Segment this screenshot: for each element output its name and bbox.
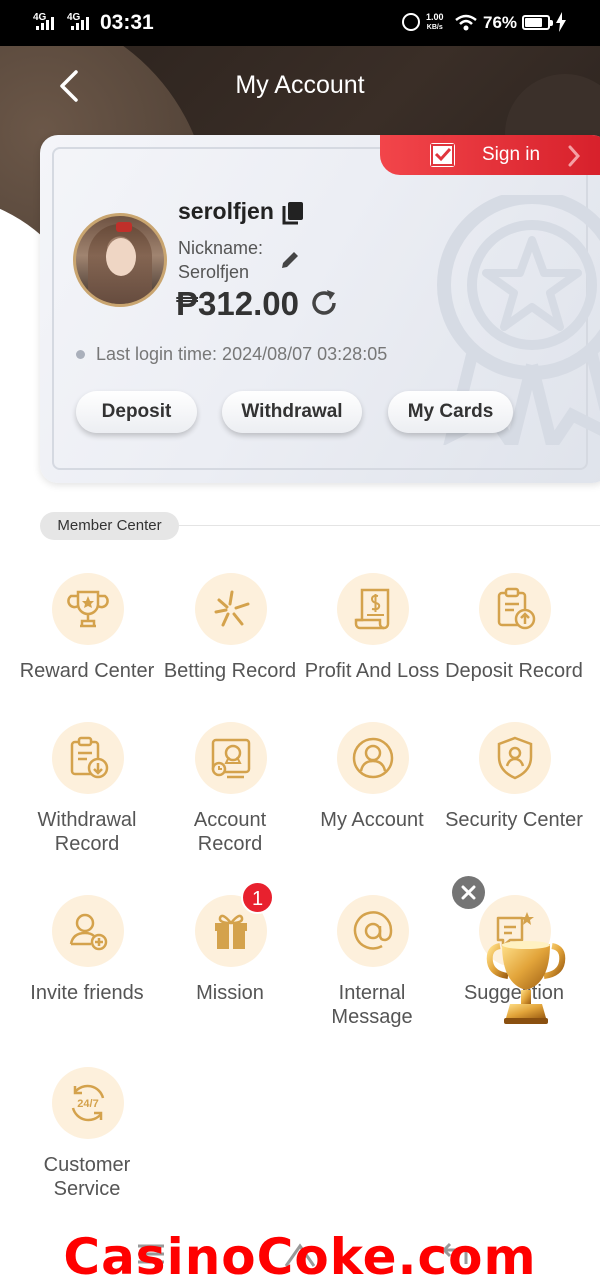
divider	[170, 525, 600, 526]
pencil-icon[interactable]	[280, 250, 300, 270]
battery-percent: 76%	[483, 13, 518, 32]
copy-icon[interactable]	[282, 201, 304, 225]
close-floating-button[interactable]	[452, 876, 485, 909]
nickname-value: Serolfjen	[178, 262, 250, 282]
receipt-icon	[354, 588, 390, 630]
avatar[interactable]	[73, 213, 167, 307]
alarm-icon	[402, 13, 420, 31]
gift-icon	[215, 914, 247, 949]
my-cards-button[interactable]: My Cards	[388, 391, 513, 433]
status-dot	[76, 350, 85, 359]
mission-notification-badge: 1	[241, 881, 274, 914]
user-plus-icon	[69, 913, 108, 951]
trophy-floating-icon[interactable]	[484, 940, 568, 1026]
signal-icon	[36, 16, 54, 30]
user-icon	[352, 737, 394, 779]
last-login-time: Last login time: 2024/08/07 03:28:05	[96, 344, 388, 364]
watermark-text: CasinoCoke.com	[63, 1228, 537, 1286]
svg-text:24/7: 24/7	[77, 1098, 98, 1110]
sign-in-button[interactable]: Sign in	[380, 135, 600, 175]
menu-label: Deposit Record	[445, 660, 583, 682]
support-24-7-icon: 24/7	[71, 1084, 105, 1122]
balance-amount: ₱312.00	[176, 285, 299, 322]
clock: 03:31	[100, 11, 154, 34]
menu-label: Security Center	[445, 809, 583, 831]
account-record-icon	[211, 738, 251, 779]
charging-icon	[556, 12, 566, 32]
wifi-icon	[455, 14, 477, 31]
checkbox-icon	[430, 143, 455, 167]
clipboard-download-icon	[70, 736, 109, 779]
nickname-label: Nickname:	[178, 238, 264, 258]
account-card: Sign in serolfjen Nickname: Serolfjen ₱3…	[40, 135, 600, 483]
page-title: My Account	[235, 71, 365, 99]
at-icon	[353, 911, 393, 950]
signal-icon	[71, 16, 89, 30]
menu-label: Customer Service	[43, 1154, 131, 1200]
sparkle-icon	[214, 590, 250, 627]
shield-user-icon	[497, 736, 533, 780]
close-icon	[461, 885, 476, 900]
username: serolfjen	[178, 198, 274, 224]
network-speed: 1.00 KB/s	[426, 12, 444, 32]
trophy-icon	[67, 590, 109, 628]
section-title-member-center: Member Center	[40, 512, 179, 540]
withdrawal-button[interactable]: Withdrawal	[222, 391, 362, 433]
sign-in-label: Sign in	[482, 144, 541, 165]
refresh-icon[interactable]	[308, 287, 340, 319]
battery-icon	[522, 15, 553, 30]
chevron-right-icon	[568, 145, 581, 167]
deposit-button[interactable]: Deposit	[76, 391, 197, 433]
clipboard-upload-icon	[497, 587, 536, 630]
status-bar: 4G 4G 03:31 1.00 KB/s 76%	[0, 0, 600, 46]
